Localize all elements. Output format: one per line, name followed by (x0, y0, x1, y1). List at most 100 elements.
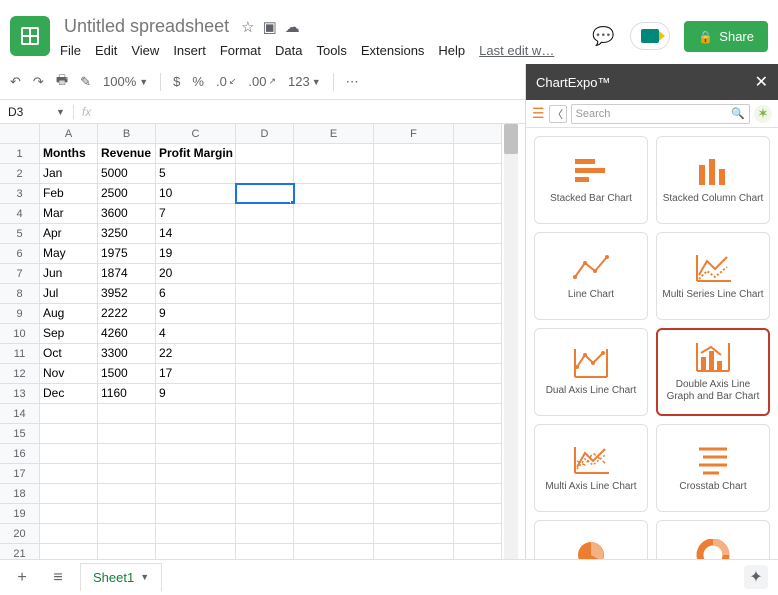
cell-E18[interactable] (294, 484, 374, 503)
cell-D4[interactable] (236, 204, 294, 223)
cell-D9[interactable] (236, 304, 294, 323)
cell-A7[interactable]: Jun (40, 264, 98, 283)
cell-F2[interactable] (374, 164, 454, 183)
cell-E12[interactable] (294, 364, 374, 383)
row-17[interactable]: 17 (0, 464, 40, 483)
cell-E14[interactable] (294, 404, 374, 423)
hamburger-icon[interactable]: ☰ (532, 105, 545, 122)
cell-D11[interactable] (236, 344, 294, 363)
cell-C8[interactable]: 6 (156, 284, 236, 303)
chart-card-line-chart[interactable]: Line Chart (534, 232, 648, 320)
cell-E2[interactable] (294, 164, 374, 183)
cell-F8[interactable] (374, 284, 454, 303)
cell-A19[interactable] (40, 504, 98, 523)
row-21[interactable]: 21 (0, 544, 40, 559)
cell-B17[interactable] (98, 464, 156, 483)
cell-E11[interactable] (294, 344, 374, 363)
row-14[interactable]: 14 (0, 404, 40, 423)
cell-C1[interactable]: Profit Margin (156, 144, 236, 163)
cell-F6[interactable] (374, 244, 454, 263)
menu-format[interactable]: Format (220, 43, 261, 58)
cell-D20[interactable] (236, 524, 294, 543)
currency-button[interactable]: $ (173, 74, 180, 89)
cell-A8[interactable]: Jul (40, 284, 98, 303)
sheet-tab-dropdown-icon[interactable]: ▼ (140, 572, 149, 582)
cell-A9[interactable]: Aug (40, 304, 98, 323)
back-button[interactable]: 〈 (549, 105, 567, 123)
cell-E4[interactable] (294, 204, 374, 223)
cell-A11[interactable]: Oct (40, 344, 98, 363)
comments-icon[interactable]: 💬 (590, 23, 616, 49)
sheets-logo[interactable] (10, 16, 50, 56)
sheet-tab[interactable]: Sheet1 ▼ (80, 563, 162, 591)
cell-E13[interactable] (294, 384, 374, 403)
decrease-decimal-button[interactable]: .0↙ (216, 74, 236, 89)
namebox-dropdown-icon[interactable]: ▼ (48, 107, 73, 117)
cell-E8[interactable] (294, 284, 374, 303)
cell-B13[interactable]: 1160 (98, 384, 156, 403)
chart-card-multi-series-line-chart[interactable]: Multi Series Line Chart (656, 232, 770, 320)
chart-card-stacked-bar-chart[interactable]: Stacked Bar Chart (534, 136, 648, 224)
cell-E5[interactable] (294, 224, 374, 243)
move-icon[interactable]: ▣ (263, 18, 277, 36)
cell-D17[interactable] (236, 464, 294, 483)
cell-C4[interactable]: 7 (156, 204, 236, 223)
cell-C11[interactable]: 22 (156, 344, 236, 363)
cell-A13[interactable]: Dec (40, 384, 98, 403)
menu-data[interactable]: Data (275, 43, 302, 58)
name-box[interactable]: D3 (0, 105, 48, 119)
cell-B1[interactable]: Revenue (98, 144, 156, 163)
print-icon[interactable]: 🖶 (56, 71, 68, 93)
cell-A14[interactable] (40, 404, 98, 423)
cell-D15[interactable] (236, 424, 294, 443)
cell-E21[interactable] (294, 544, 374, 559)
share-button[interactable]: Share (684, 21, 768, 52)
cell-B12[interactable]: 1500 (98, 364, 156, 383)
cell-F3[interactable] (374, 184, 454, 203)
explore-button[interactable]: ✦ (744, 565, 768, 589)
all-sheets-button[interactable]: ≡ (44, 564, 72, 592)
cell-F10[interactable] (374, 324, 454, 343)
cell-D2[interactable] (236, 164, 294, 183)
menu-help[interactable]: Help (438, 43, 465, 58)
row-20[interactable]: 20 (0, 524, 40, 543)
cell-C17[interactable] (156, 464, 236, 483)
cell-D12[interactable] (236, 364, 294, 383)
increase-decimal-button[interactable]: .00↗ (248, 74, 276, 89)
cell-A21[interactable] (40, 544, 98, 559)
menu-insert[interactable]: Insert (173, 43, 206, 58)
notification-icon[interactable]: ✶ (754, 105, 772, 123)
row-16[interactable]: 16 (0, 444, 40, 463)
row-5[interactable]: 5 (0, 224, 40, 243)
cell-E6[interactable] (294, 244, 374, 263)
menu-edit[interactable]: Edit (95, 43, 117, 58)
cell-A4[interactable]: Mar (40, 204, 98, 223)
cell-A15[interactable] (40, 424, 98, 443)
cell-C2[interactable]: 5 (156, 164, 236, 183)
cell-C10[interactable]: 4 (156, 324, 236, 343)
cell-A5[interactable]: Apr (40, 224, 98, 243)
cloud-icon[interactable]: ☁ (285, 18, 300, 36)
col-D[interactable]: D (236, 124, 294, 143)
cell-C9[interactable]: 9 (156, 304, 236, 323)
cell-F18[interactable] (374, 484, 454, 503)
cell-E10[interactable] (294, 324, 374, 343)
row-15[interactable]: 15 (0, 424, 40, 443)
select-all-corner[interactable] (0, 124, 40, 143)
cell-A6[interactable]: May (40, 244, 98, 263)
cell-E7[interactable] (294, 264, 374, 283)
row-6[interactable]: 6 (0, 244, 40, 263)
cell-C21[interactable] (156, 544, 236, 559)
cell-E20[interactable] (294, 524, 374, 543)
col-F[interactable]: F (374, 124, 454, 143)
cell-C19[interactable] (156, 504, 236, 523)
cell-D19[interactable] (236, 504, 294, 523)
chart-card-multi-axis-line-chart[interactable]: Multi Axis Line Chart (534, 424, 648, 512)
row-4[interactable]: 4 (0, 204, 40, 223)
cell-B15[interactable] (98, 424, 156, 443)
row-3[interactable]: 3 (0, 184, 40, 203)
cell-C14[interactable] (156, 404, 236, 423)
chart-card-dual-axis-line-chart[interactable]: Dual Axis Line Chart (534, 328, 648, 416)
cell-F7[interactable] (374, 264, 454, 283)
chart-card-crosstab-chart[interactable]: Crosstab Chart (656, 424, 770, 512)
